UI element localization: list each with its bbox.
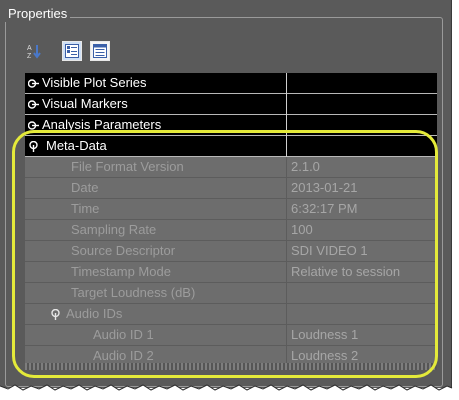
property-value[interactable]: SDI VIDEO 1 — [288, 241, 437, 262]
category-label: Visible Plot Series — [25, 73, 287, 94]
svg-text:Z: Z — [27, 53, 32, 59]
category-label: Analysis Parameters — [25, 115, 287, 136]
property-row[interactable]: Source Descriptor SDI VIDEO 1 — [25, 241, 437, 262]
property-label: Sampling Rate — [25, 220, 287, 241]
category-value-cell — [288, 136, 437, 157]
category-value-cell — [288, 94, 437, 115]
category-row-visible-plot-series[interactable]: Visible Plot Series — [25, 73, 437, 94]
property-pages-icon — [93, 44, 107, 58]
property-row[interactable]: Time 6:32:17 PM — [25, 199, 437, 220]
property-value[interactable]: 2013-01-21 — [288, 178, 437, 199]
property-value[interactable]: 6:32:17 PM — [288, 199, 437, 220]
panel-title: Properties — [5, 6, 71, 22]
grid-splitter[interactable] — [25, 363, 437, 370]
category-value-cell — [288, 73, 437, 94]
sort-alphabetical-icon: A Z — [27, 45, 41, 59]
property-grid: Visible Plot Series Visual Markers Analy… — [25, 73, 437, 367]
torn-edge — [0, 384, 453, 400]
svg-text:A: A — [27, 45, 32, 52]
subgroup-row-audio-ids[interactable]: Audio IDs — [25, 304, 437, 325]
property-pages-button[interactable] — [90, 41, 110, 61]
property-row[interactable]: Sampling Rate 100 — [25, 220, 437, 241]
property-label: Audio ID 1 — [25, 325, 287, 346]
subgroup-label: Audio IDs — [25, 304, 287, 325]
property-value[interactable]: 100 — [288, 220, 437, 241]
category-label: Meta-Data — [25, 136, 287, 157]
subgroup-value-cell — [288, 304, 437, 325]
category-row-meta-data[interactable]: Meta-Data — [25, 136, 437, 157]
category-label: Visual Markers — [25, 94, 287, 115]
property-value[interactable]: Relative to session — [288, 262, 437, 283]
property-label: Source Descriptor — [25, 241, 287, 262]
category-row-analysis-parameters[interactable]: Analysis Parameters — [25, 115, 437, 136]
property-value[interactable]: Loudness 1 — [288, 325, 437, 346]
property-label: Timestamp Mode — [25, 262, 287, 283]
properties-panel: Properties A Z Visible Plot Series Visua… — [0, 0, 452, 388]
property-row[interactable]: Target Loudness (dB) — [25, 283, 437, 304]
property-row[interactable]: Date 2013-01-21 — [25, 178, 437, 199]
category-value-cell — [288, 115, 437, 136]
property-label: Date — [25, 178, 287, 199]
property-value[interactable] — [288, 283, 437, 304]
property-value[interactable]: 2.1.0 — [288, 157, 437, 178]
property-row[interactable]: Audio ID 1 Loudness 1 — [25, 325, 437, 346]
category-row-visual-markers[interactable]: Visual Markers — [25, 94, 437, 115]
sort-alphabetical-button[interactable]: A Z — [24, 41, 44, 61]
categorized-view-button[interactable] — [62, 41, 82, 61]
property-row[interactable]: Timestamp Mode Relative to session — [25, 262, 437, 283]
property-label: File Format Version — [25, 157, 287, 178]
property-label: Target Loudness (dB) — [25, 283, 287, 304]
property-label: Time — [25, 199, 287, 220]
categorized-view-icon — [65, 44, 79, 58]
property-row[interactable]: File Format Version 2.1.0 — [25, 157, 437, 178]
